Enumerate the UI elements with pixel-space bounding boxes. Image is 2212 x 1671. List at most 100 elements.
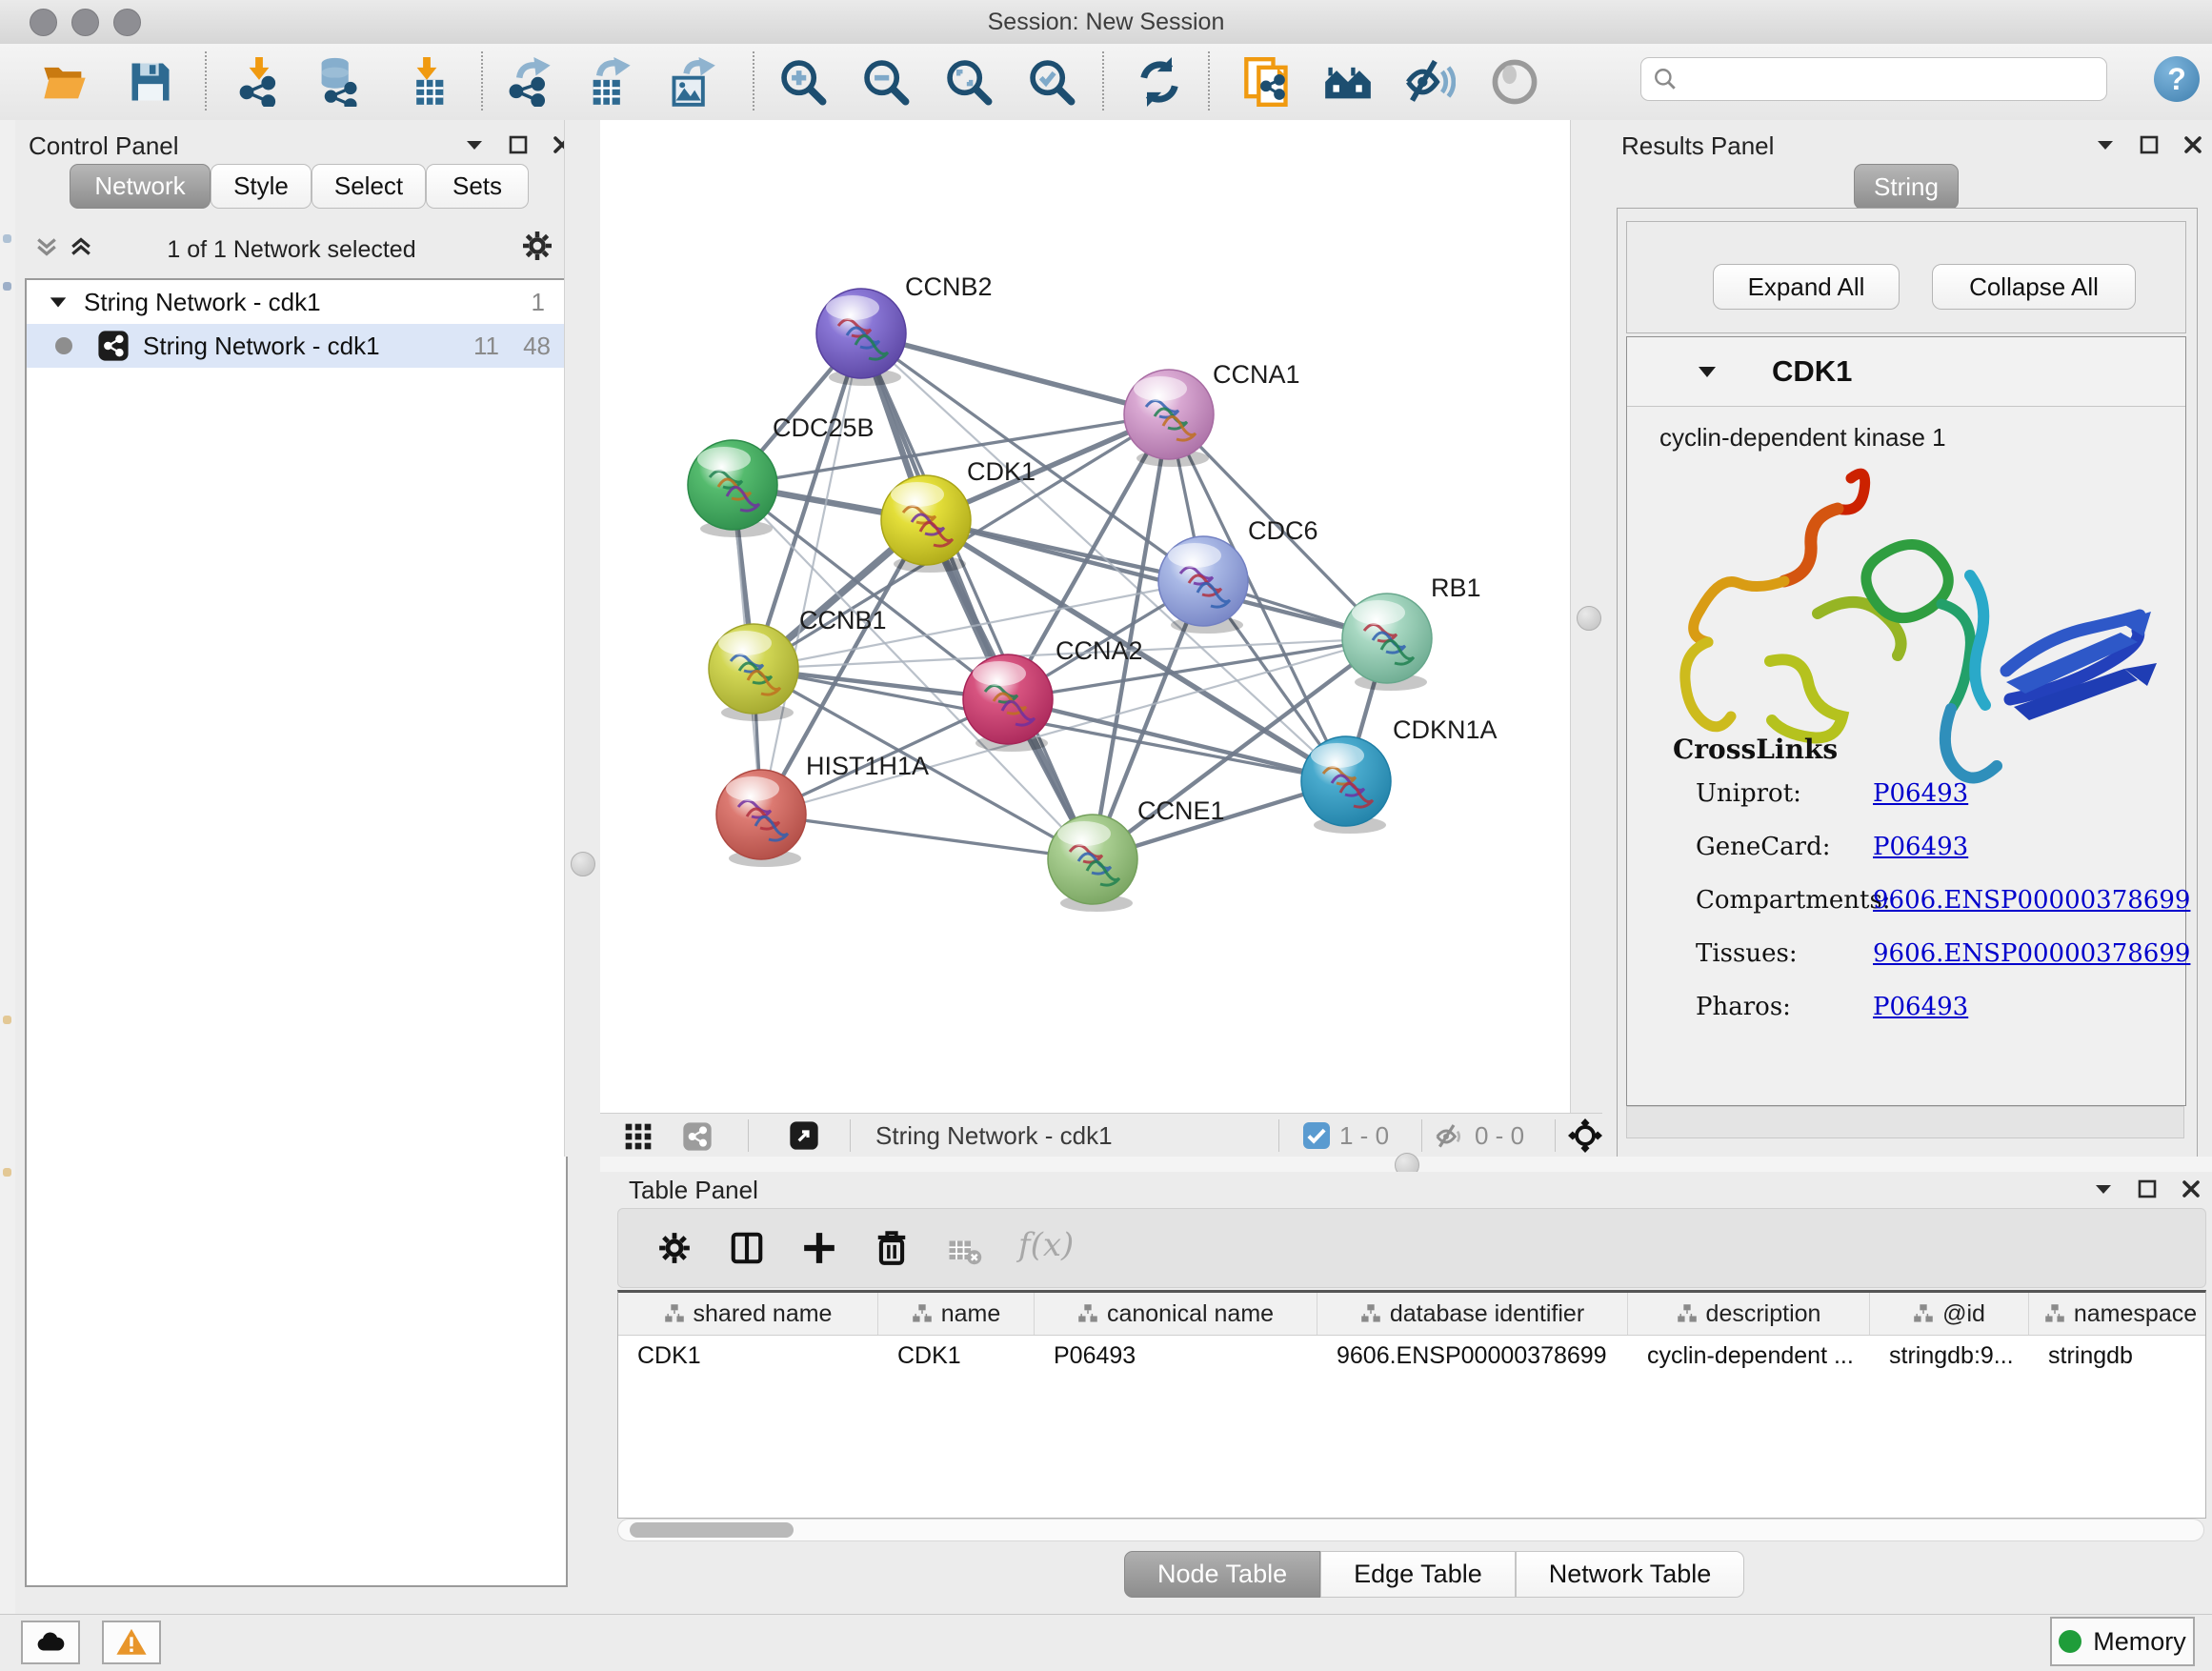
table-cell[interactable]: CDK1 xyxy=(878,1336,1035,1376)
save-session-icon[interactable] xyxy=(126,57,175,107)
splitter-handle[interactable] xyxy=(1577,606,1601,631)
string-network-graph[interactable]: CCNB2CCNA1CDC25BCDK1CDC6RB1CCNB1CCNA2CDK… xyxy=(600,120,1570,1113)
tab-node-table[interactable]: Node Table xyxy=(1124,1551,1320,1598)
left-splitter[interactable] xyxy=(564,120,602,1157)
collapse-all-networks-icon[interactable] xyxy=(32,232,61,261)
share-clipboard-icon[interactable] xyxy=(1242,57,1292,107)
zoom-selected-icon[interactable] xyxy=(1027,57,1076,107)
zoom-fit-icon[interactable] xyxy=(944,57,994,107)
tab-string[interactable]: String xyxy=(1854,164,1959,210)
import-network-from-file-icon[interactable] xyxy=(234,57,284,107)
edge[interactable] xyxy=(861,333,1169,414)
table-horizontal-scrollbar[interactable] xyxy=(617,1519,2204,1541)
node-HIST1H1A[interactable]: HIST1H1A xyxy=(716,752,929,867)
results-scroll-strip[interactable] xyxy=(1626,1106,2184,1138)
birds-eye-view-icon[interactable] xyxy=(623,1121,654,1152)
fit-content-crosshair-icon[interactable] xyxy=(1568,1118,1602,1153)
table-row[interactable]: CDK1CDK1P064939606.ENSP00000378699cyclin… xyxy=(618,1336,2205,1376)
gene-disclosure-icon[interactable] xyxy=(1696,360,1719,383)
table-splitter[interactable] xyxy=(600,1157,2212,1172)
table-settings-gear-icon[interactable] xyxy=(656,1230,693,1266)
import-table-from-file-icon[interactable] xyxy=(402,57,452,107)
zoom-in-icon[interactable] xyxy=(778,57,828,107)
table-cell[interactable]: CDK1 xyxy=(618,1336,878,1376)
expand-all-networks-icon[interactable] xyxy=(67,232,95,261)
column-header--id[interactable]: @id xyxy=(1870,1293,2029,1335)
memory-button[interactable]: Memory xyxy=(2050,1617,2195,1666)
network-options-gear-icon[interactable] xyxy=(520,229,554,263)
column-header-database-identifier[interactable]: database identifier xyxy=(1317,1293,1628,1335)
column-header-canonical-name[interactable]: canonical name xyxy=(1035,1293,1317,1335)
help-button[interactable]: ? xyxy=(2154,56,2200,102)
tab-sets[interactable]: Sets xyxy=(426,164,529,209)
string-style-toggle-icon[interactable] xyxy=(682,1121,713,1152)
zoom-out-icon[interactable] xyxy=(861,57,911,107)
network-row-selected[interactable]: String Network - cdk1 11 48 xyxy=(27,324,566,368)
node-CDC25B[interactable]: CDC25B xyxy=(688,413,875,537)
export-network-to-file-icon[interactable] xyxy=(505,57,554,107)
refresh-icon[interactable] xyxy=(1135,57,1184,107)
crosslink-pharos-link[interactable]: P06493 xyxy=(1873,993,1968,1021)
edge[interactable] xyxy=(861,333,1093,859)
gene-section-header[interactable]: CDK1 xyxy=(1627,337,2185,407)
hidden-eye-slash-icon[interactable] xyxy=(1435,1121,1465,1152)
crosslink-tissues-link[interactable]: 9606.ENSP00000378699 xyxy=(1873,939,2190,968)
selected-checkbox[interactable] xyxy=(1303,1122,1330,1149)
collapse-panel-icon[interactable] xyxy=(2094,133,2117,156)
memory-label: Memory xyxy=(2093,1627,2186,1657)
open-session-icon[interactable] xyxy=(40,57,90,107)
node-CCNA1[interactable]: CCNA1 xyxy=(1124,360,1300,467)
cloud-button[interactable] xyxy=(21,1621,80,1664)
function-builder-icon: f(x) xyxy=(1018,1226,1074,1264)
table-cell[interactable]: stringdb xyxy=(2029,1336,2206,1376)
column-header-shared-name[interactable]: shared name xyxy=(618,1293,878,1335)
node-table[interactable]: shared namenamecanonical namedatabase id… xyxy=(617,1290,2206,1519)
column-header-namespace[interactable]: namespace xyxy=(2029,1293,2206,1335)
table-cell[interactable]: cyclin-dependent ... xyxy=(1628,1336,1870,1376)
node-CCNB2[interactable]: CCNB2 xyxy=(816,272,993,386)
delete-column-trash-icon[interactable] xyxy=(874,1230,910,1266)
node-CDKN1A[interactable]: CDKN1A xyxy=(1301,715,1498,834)
crosslink-uniprot-link[interactable]: P06493 xyxy=(1873,779,1968,808)
tab-edge-table[interactable]: Edge Table xyxy=(1320,1551,1516,1598)
collapse-all-button[interactable]: Collapse All xyxy=(1932,264,2136,310)
edge[interactable] xyxy=(761,815,1093,859)
scrollbar-thumb[interactable] xyxy=(630,1522,794,1538)
network-collection-row[interactable]: String Network - cdk1 1 xyxy=(27,280,566,324)
close-panel-icon[interactable] xyxy=(2182,133,2204,156)
warnings-button[interactable] xyxy=(102,1621,161,1664)
tab-select[interactable]: Select xyxy=(312,164,426,209)
import-network-from-database-icon[interactable] xyxy=(314,57,364,107)
search-input[interactable] xyxy=(1678,65,2081,93)
expand-all-button[interactable]: Expand All xyxy=(1713,264,1900,310)
tab-style[interactable]: Style xyxy=(211,164,312,209)
close-panel-icon[interactable] xyxy=(2180,1178,2202,1200)
table-cell[interactable]: stringdb:9... xyxy=(1870,1336,2029,1376)
network-canvas[interactable]: CCNB2CCNA1CDC25BCDK1CDC6RB1CCNB1CCNA2CDK… xyxy=(600,120,1570,1113)
export-table-to-file-icon[interactable] xyxy=(585,57,634,107)
float-panel-icon[interactable] xyxy=(2136,1178,2159,1200)
add-column-icon[interactable] xyxy=(801,1230,837,1266)
collapse-panel-icon[interactable] xyxy=(463,133,486,156)
hide-panels-icon[interactable] xyxy=(1406,57,1456,107)
table-cell[interactable]: 9606.ENSP00000378699 xyxy=(1317,1336,1628,1376)
tab-network[interactable]: Network xyxy=(70,164,211,209)
crosslink-genecard-link[interactable]: P06493 xyxy=(1873,833,1968,861)
export-image-icon[interactable] xyxy=(668,57,717,107)
collection-disclosure-icon[interactable] xyxy=(48,292,69,312)
show-columns-icon[interactable] xyxy=(729,1230,765,1266)
crosslink-compartments-link[interactable]: 9606.ENSP00000378699 xyxy=(1873,886,2190,915)
column-header-description[interactable]: description xyxy=(1628,1293,1870,1335)
tab-network-table[interactable]: Network Table xyxy=(1516,1551,1745,1598)
float-panel-icon[interactable] xyxy=(507,133,530,156)
float-panel-icon[interactable] xyxy=(2138,133,2161,156)
home-pages-icon[interactable] xyxy=(1323,57,1373,107)
open-in-window-icon[interactable] xyxy=(789,1120,819,1151)
splitter-handle[interactable] xyxy=(571,852,595,876)
collapse-panel-icon[interactable] xyxy=(2092,1178,2115,1200)
node-CCNE1[interactable]: CCNE1 xyxy=(1048,796,1225,912)
node-RB1[interactable]: RB1 xyxy=(1342,574,1481,691)
search-field[interactable] xyxy=(1640,57,2107,101)
column-header-name[interactable]: name xyxy=(878,1293,1035,1335)
table-cell[interactable]: P06493 xyxy=(1035,1336,1317,1376)
